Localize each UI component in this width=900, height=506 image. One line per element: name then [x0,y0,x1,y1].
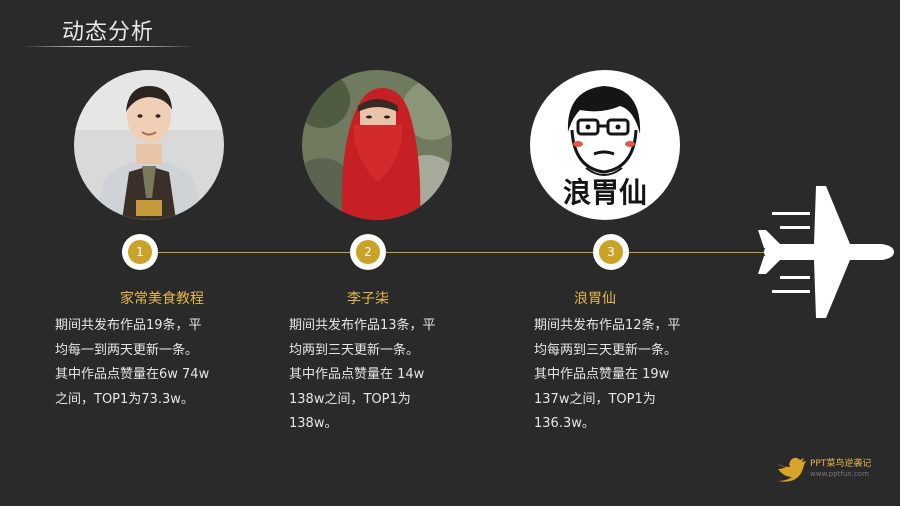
item-2-name: 李子柒 [347,291,389,307]
avatar-3-logo-text: 浪胃仙 [563,176,647,209]
item-3-line-3: 其中作品点赞量在 19w [534,367,670,382]
item-1-name: 家常美食教程 [120,291,204,307]
item-2-description: 期间共发布作品13条，平 均两到三天更新一条。 其中作品点赞量在 14w 138… [289,314,459,437]
avatar-2 [302,70,452,220]
timeline-node-1-number: 1 [128,240,152,264]
item-2-line-3: 其中作品点赞量在 14w [289,367,425,382]
item-2-line-2: 均两到三天更新一条。 [289,342,420,358]
avatar-cartoon-logo: 浪胃仙 [530,70,680,220]
page-title: 动态分析 [62,20,155,45]
title-underline [22,46,194,47]
timeline-node-2: 2 [350,234,386,270]
airplane-icon [758,186,894,318]
item-2-line-1: 期间共发布作品13条，平 [289,318,436,333]
item-3-description: 期间共发布作品12条，平 均每两到三天更新一条。 其中作品点赞量在 19w 13… [534,314,704,437]
timeline-node-2-number: 2 [356,240,380,264]
avatar-photo-woman [302,70,452,220]
item-2-line-4: 138w之间，TOP1为138w。 [289,391,411,432]
item-1-line-1: 期间共发布作品19条，平 [55,318,202,333]
avatar-1 [74,70,224,220]
item-1-description: 期间共发布作品19条，平 均每一到两天更新一条。 其中作品点赞量在6w 74w … [55,314,225,412]
timeline-node-1: 1 [122,234,158,270]
item-3-name: 浪胃仙 [574,291,616,307]
avatar-photo-man [74,70,224,220]
brand-watermark: PPT菜鸟逆袭记 www.pptfun.com [772,455,871,483]
bird-icon [774,457,806,482]
brand-url: www.pptfun.com [810,470,869,478]
item-3-line-2: 均每两到三天更新一条。 [534,342,678,358]
item-1-line-2: 均每一到两天更新一条。 [55,342,199,358]
item-1-line-4: 之间，TOP1为73.3w。 [55,391,194,407]
item-1-line-3: 其中作品点赞量在6w 74w [55,367,210,382]
brand-name: PPT菜鸟逆袭记 [810,459,872,469]
timeline-node-3-number: 3 [599,240,623,264]
timeline-node-3: 3 [593,234,629,270]
item-3-line-1: 期间共发布作品12条，平 [534,318,681,333]
timeline-line [140,252,780,253]
avatar-3: 浪胃仙 [530,70,680,220]
item-3-line-4: 137w之间，TOP1为 136.3w。 [534,391,656,432]
